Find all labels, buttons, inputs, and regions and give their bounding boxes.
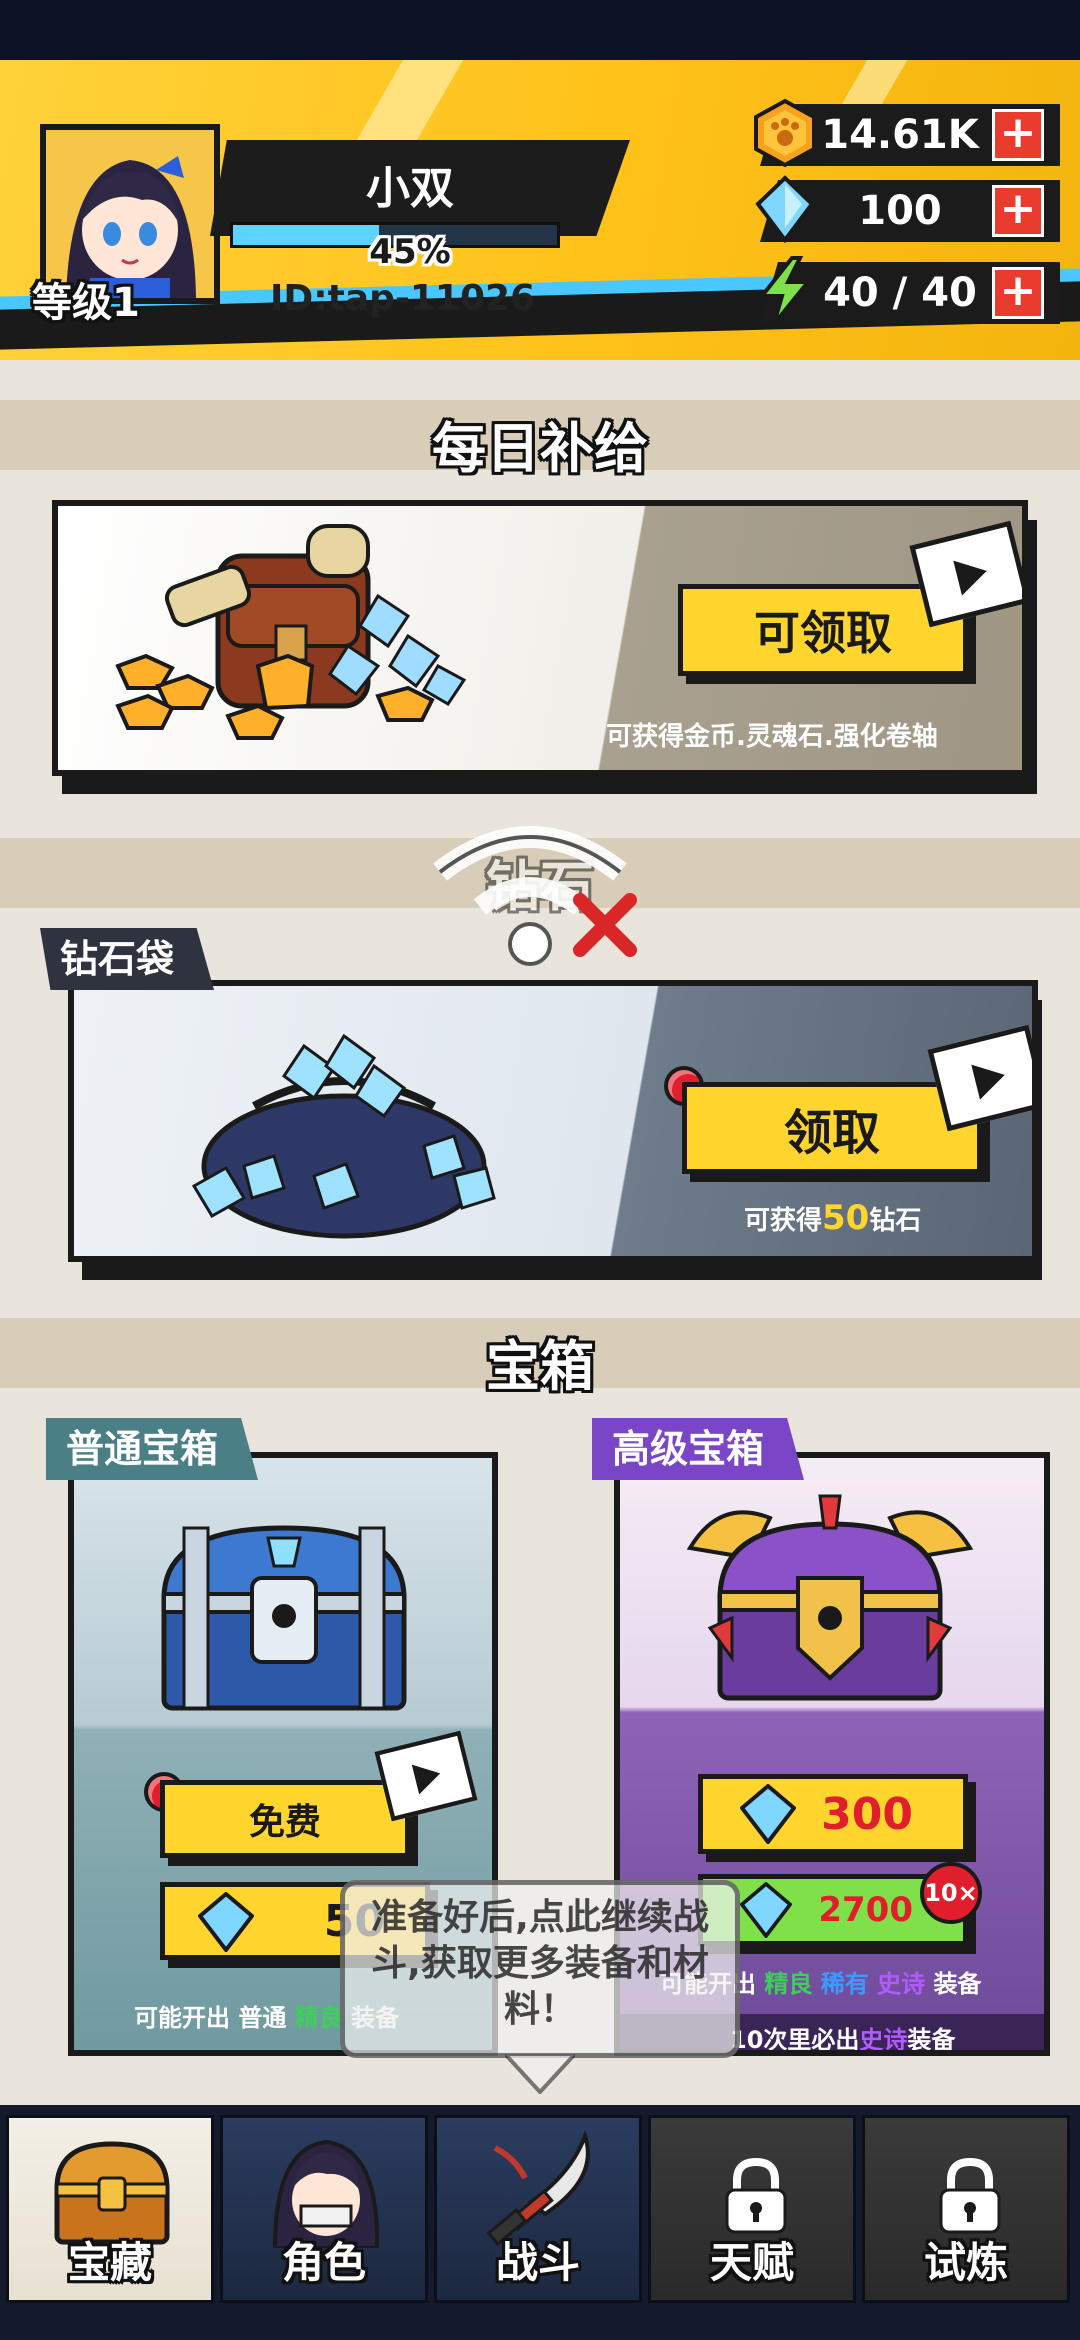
advanced-chest-icon bbox=[686, 1494, 974, 1701]
player-level: 等级1 bbox=[32, 280, 140, 326]
gold-value: 14.61K bbox=[821, 112, 979, 158]
lock-icon bbox=[939, 2158, 1001, 2234]
tab-treasure[interactable]: 宝藏 bbox=[6, 2115, 214, 2303]
daily-supply-note: 可获得金币.灵魂石.强化卷轴 bbox=[606, 722, 938, 752]
open-normal-chest-free-button[interactable]: 免费 bbox=[160, 1780, 410, 1858]
tab-talent[interactable]: 天赋 bbox=[648, 2115, 856, 2303]
tab-label: 试炼 bbox=[923, 2238, 1008, 2287]
open-advanced-chest-button[interactable]: 300 bbox=[698, 1774, 968, 1854]
player-name: 小双 bbox=[366, 163, 454, 214]
advanced-chest-ten-cost: 2700 bbox=[818, 1890, 913, 1930]
exp-percent: 45% bbox=[369, 232, 451, 272]
energy-bolt-icon bbox=[757, 256, 813, 326]
energy-value: 40 / 40 bbox=[823, 270, 977, 316]
tooltip-pointer bbox=[505, 2054, 575, 2094]
advanced-chest-tag: 高级宝箱 bbox=[592, 1418, 805, 1480]
normal-chest-icon bbox=[161, 1525, 407, 1711]
add-diamond-button[interactable]: + bbox=[992, 185, 1044, 237]
player-id: ID:tap-11026 bbox=[270, 278, 536, 319]
tab-character[interactable]: 角色 bbox=[220, 2115, 428, 2303]
watch-video-icon bbox=[927, 1024, 1032, 1132]
diamond-icon bbox=[740, 1882, 792, 1938]
diamond-bag-tag: 钻石袋 bbox=[40, 928, 215, 990]
battle-hint-text: 准备好后,点此继续战斗,获取更多装备和材料！ bbox=[371, 1897, 709, 2030]
tab-battle[interactable]: 战斗 bbox=[434, 2115, 642, 2303]
watch-video-icon bbox=[909, 520, 1022, 628]
tab-label: 宝藏 bbox=[67, 2238, 152, 2287]
diamond-claim-button[interactable]: 领取 bbox=[682, 1082, 982, 1174]
advanced-chest-guarantee: 10次里必出史诗装备 bbox=[730, 2026, 956, 2054]
diamond-bag-note: 可获得50钻石 bbox=[744, 1198, 922, 1238]
gold-coin-icon bbox=[754, 98, 816, 168]
add-energy-button[interactable]: + bbox=[992, 267, 1044, 319]
no-connection-icon bbox=[433, 826, 637, 966]
chest-section-title: 宝箱 bbox=[486, 1335, 594, 1398]
diamond-icon bbox=[198, 1892, 254, 1952]
diamond-icon bbox=[740, 1784, 796, 1844]
advanced-chest-cost: 300 bbox=[821, 1788, 913, 1840]
diamond-bag-icon bbox=[191, 1033, 496, 1239]
tab-label: 战斗 bbox=[495, 2238, 580, 2287]
daily-supply-title: 每日补给 bbox=[432, 417, 648, 480]
ten-pull-badge: 10× bbox=[920, 1862, 982, 1924]
add-gold-button[interactable]: + bbox=[992, 109, 1044, 161]
tab-label: 角色 bbox=[281, 2238, 366, 2287]
diamond-icon bbox=[755, 175, 815, 244]
diamond-bag-card: 领取 可获得50钻石 bbox=[68, 980, 1038, 1262]
lock-icon bbox=[725, 2158, 787, 2234]
tab-trial[interactable]: 试炼 bbox=[862, 2115, 1070, 2303]
diamond-value: 100 bbox=[858, 188, 942, 234]
daily-supply-card: 可领取 可获得金币.灵魂石.强化卷轴 bbox=[52, 500, 1028, 776]
supply-bag-icon bbox=[115, 524, 467, 740]
tab-label: 天赋 bbox=[709, 2238, 794, 2287]
normal-chest-tag: 普通宝箱 bbox=[46, 1418, 259, 1480]
watch-video-icon bbox=[374, 1730, 478, 1822]
